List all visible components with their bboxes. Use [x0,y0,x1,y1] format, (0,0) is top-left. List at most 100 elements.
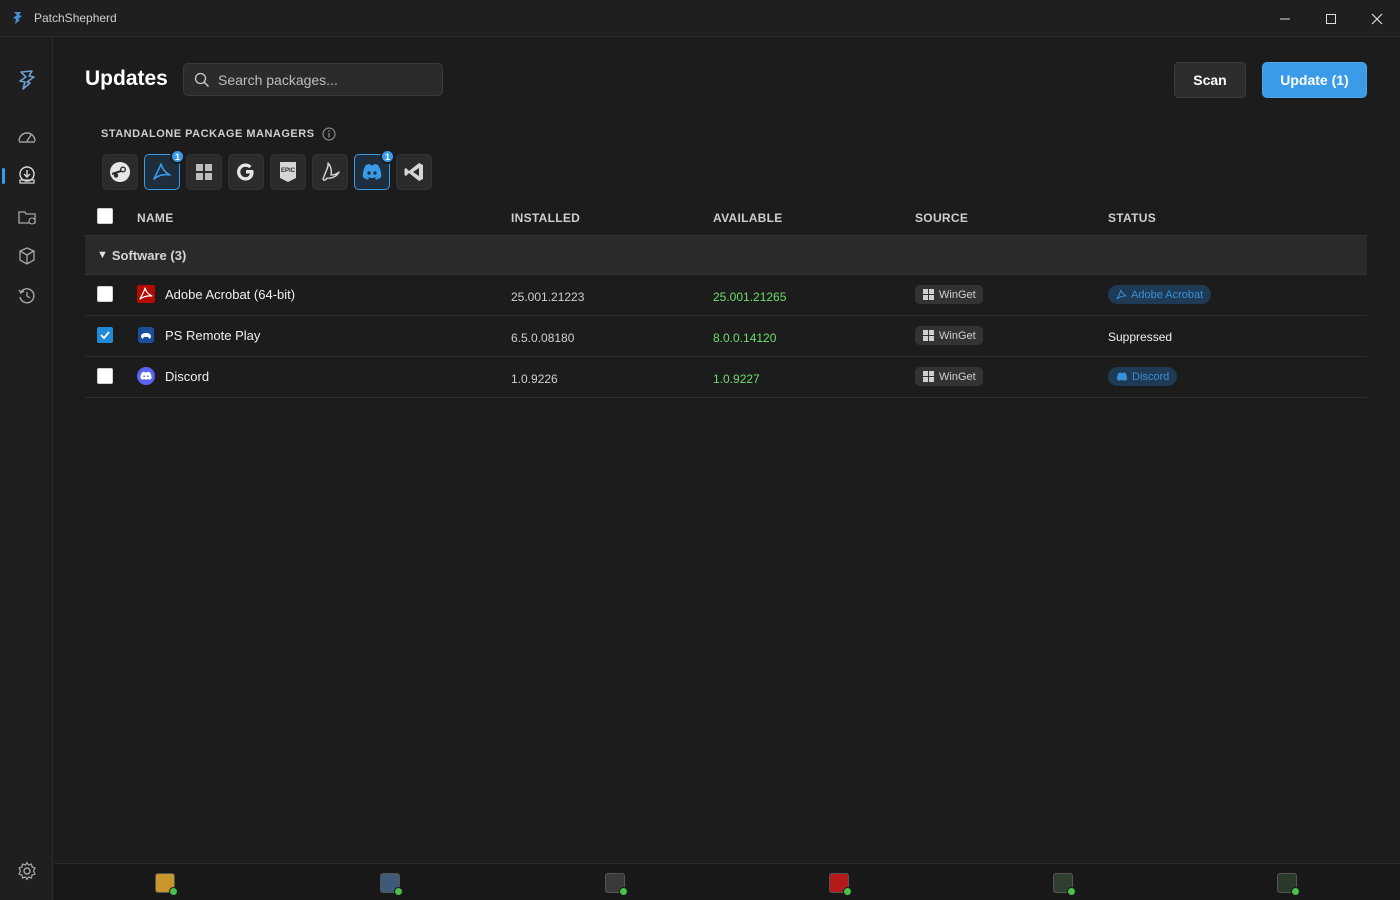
sidebar-logo[interactable] [8,63,46,97]
success-dot-icon [1291,887,1300,896]
pm-windows-button[interactable] [186,154,222,190]
speedometer-icon [18,132,36,143]
group-label: Software (3) [111,247,187,263]
sidebar-item-bundles[interactable] [8,239,46,273]
pm-steam-button[interactable] [102,154,138,190]
windows-icon [923,371,934,382]
checkmark-icon [100,331,110,340]
search-icon [194,72,209,87]
sidebar-item-history[interactable] [8,279,46,313]
ps-remote-play-icon [138,327,154,343]
discord-icon [1116,372,1128,381]
gear-icon [18,861,36,881]
main-content: Updates Scan Update (1) STANDALONE PACKA… [54,37,1400,863]
adobe-acrobat-icon [153,163,171,180]
source-label: WinGet [939,370,976,383]
pm-epic-games-button[interactable]: EPIC [270,154,306,190]
steam-icon [110,162,130,182]
status-label: Adobe Acrobat [1131,288,1204,301]
history-icon [18,288,35,304]
table-row[interactable]: PS Remote Play 6.5.0.08180 8.0.0.14120 W… [85,316,1367,357]
sidebar-item-dashboard[interactable] [8,120,46,154]
operation-status-icon[interactable] [1053,873,1076,896]
sidebar-item-installed[interactable] [8,200,46,234]
select-all-checkbox[interactable] [97,208,113,224]
app-logo-icon [13,12,22,24]
collapse-triangle-icon: ▼ [97,249,108,261]
discord-icon [362,164,382,180]
adobe-acrobat-icon [137,285,155,303]
table-row[interactable]: Discord 1.0.9226 1.0.9227 WinGet Discord [85,357,1367,398]
success-dot-icon [843,887,852,896]
installed-version: 1.0.9226 [511,372,558,386]
update-button[interactable]: Update (1) [1262,62,1367,98]
success-dot-icon [394,887,403,896]
operation-status-icon[interactable] [1277,873,1300,896]
pm-google-button[interactable] [228,154,264,190]
windows-icon [196,164,212,180]
success-dot-icon [619,887,628,896]
source-badge: WinGet [915,367,983,386]
group-header-software[interactable]: ▼ Software (3) [85,235,1367,275]
visual-studio-icon [404,163,423,181]
search-input[interactable] [218,71,428,88]
package-name: Adobe Acrobat (64-bit) [165,287,296,302]
available-version: 8.0.0.14120 [713,331,777,345]
row-checkbox[interactable] [97,286,113,302]
column-header-source[interactable]: SOURCE [915,211,968,225]
updates-table: NAME INSTALLED AVAILABLE SOURCE STATUS ▼… [85,199,1367,398]
sidebar-item-updates[interactable] [2,158,46,192]
operation-status-icon[interactable] [155,873,178,896]
google-icon [237,163,254,181]
maximize-button[interactable] [1308,0,1354,37]
installed-version: 25.001.21223 [511,290,585,304]
pm-battle-net-button[interactable] [312,154,348,190]
sidebar [0,37,53,900]
close-icon [1371,13,1383,24]
updates-icon [19,166,35,184]
packages-icon [19,247,35,265]
source-label: WinGet [939,329,976,342]
package-managers-header: STANDALONE PACKAGE MANAGERS [101,127,336,141]
package-name: PS Remote Play [165,328,261,343]
pm-adobe-acrobat-button[interactable]: 1 [144,149,185,190]
source-badge: WinGet [915,326,983,345]
operations-bar [54,863,1400,900]
pm-visual-studio-button[interactable] [396,154,432,190]
svg-text:EPIC: EPIC [281,168,296,174]
scan-button[interactable]: Scan [1174,62,1246,98]
table-row[interactable]: Adobe Acrobat (64-bit) 25.001.21223 25.0… [85,275,1367,316]
available-version: 25.001.21265 [713,290,787,304]
row-checkbox[interactable] [97,327,113,343]
column-header-installed[interactable]: INSTALLED [511,211,580,225]
column-header-name[interactable]: NAME [137,211,174,225]
minimize-button[interactable] [1262,0,1308,37]
sidebar-item-settings[interactable] [8,854,46,888]
info-icon[interactable] [322,127,336,141]
windows-icon [923,289,934,300]
installed-version: 6.5.0.08180 [511,331,575,345]
status-label: Suppressed [1108,330,1173,344]
operation-status-icon[interactable] [380,873,403,896]
column-header-status[interactable]: STATUS [1108,211,1156,225]
epic-games-icon: EPIC [280,162,296,182]
package-managers-label: STANDALONE PACKAGE MANAGERS [101,128,315,140]
row-checkbox[interactable] [97,368,113,384]
source-badge: WinGet [915,285,983,304]
close-button[interactable] [1354,0,1400,37]
pm-badge: 1 [380,149,395,164]
source-label: WinGet [939,288,976,301]
title-bar: PatchShepherd [0,0,1400,37]
window-title: PatchShepherd [34,11,117,25]
search-box[interactable] [183,63,443,96]
package-name: Discord [165,369,210,384]
success-dot-icon [1067,887,1076,896]
operation-status-icon[interactable] [605,873,628,896]
windows-icon [923,330,934,341]
status-badge: Adobe Acrobat [1108,285,1212,304]
column-header-available[interactable]: AVAILABLE [713,211,783,225]
pm-discord-button[interactable]: 1 [354,149,395,190]
table-header: NAME INSTALLED AVAILABLE SOURCE STATUS [85,199,1367,235]
operation-status-icon[interactable] [829,873,852,896]
pm-badge: 1 [170,149,185,164]
